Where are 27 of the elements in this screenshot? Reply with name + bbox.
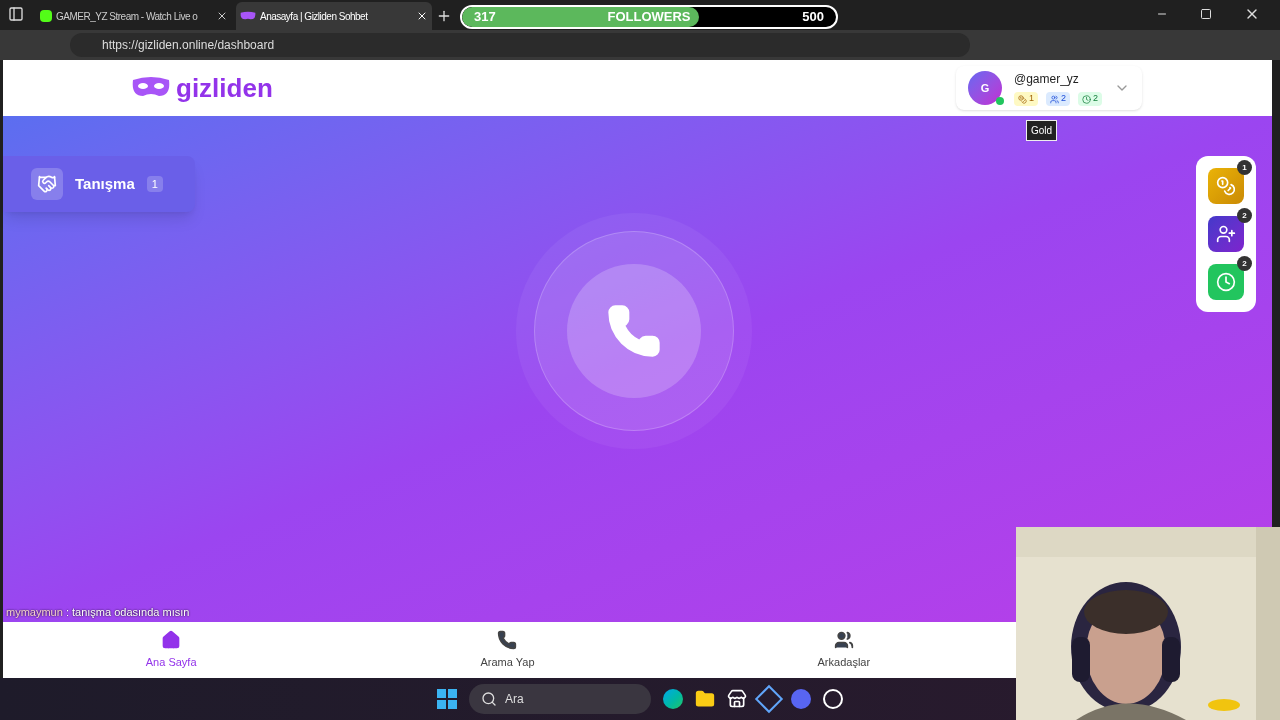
browser-tab[interactable]: Anasayfa | Gizliden Sohbet <box>236 2 432 30</box>
avatar: G <box>967 71 1002 105</box>
nav-item[interactable]: Arkadaşlar <box>675 629 1012 671</box>
logo[interactable]: gizliden <box>130 75 273 101</box>
count-badge: 2 <box>1237 208 1252 223</box>
nav-item[interactable]: Ana Sayfa <box>3 629 340 671</box>
logo-text: gizliden <box>176 75 273 101</box>
browser-tab[interactable]: GAMER_YZ Stream - Watch Live o <box>36 2 232 30</box>
chat-message: mymaymun : tanışma odasında mısın <box>6 605 190 620</box>
count-badge: 2 <box>1237 256 1252 271</box>
stat-badge: 1 <box>1013 92 1038 106</box>
tab-title: GAMER_YZ Stream - Watch Live o <box>56 9 199 24</box>
tooltip: Gold <box>1025 120 1058 142</box>
address-field[interactable]: https://gizliden.online/dashboard <box>70 33 970 57</box>
count-badge: 1 <box>1237 160 1252 175</box>
username: @gamer_yz <box>1013 71 1080 89</box>
goal-label: FOLLOWERS <box>607 8 691 27</box>
goal-current: 317 <box>474 8 496 27</box>
stat-badge: 2 <box>1045 92 1070 106</box>
nav-item[interactable]: Arama Yap <box>339 629 676 671</box>
tab-title: Anasayfa | Gizliden Sohbet <box>260 9 369 24</box>
goal-target: 500 <box>802 8 824 27</box>
taskbar-search-field[interactable]: Ara <box>469 684 651 714</box>
stat-badge: 2 <box>1078 92 1102 106</box>
sidebar-item[interactable]: Tanışma 1 <box>3 156 195 212</box>
count: 1 <box>146 175 163 193</box>
item-label: Tanışma <box>75 173 135 194</box>
